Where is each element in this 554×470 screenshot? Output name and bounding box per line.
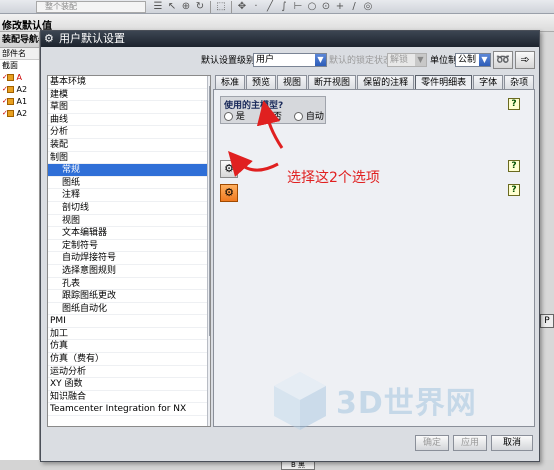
arrow-to-no-option bbox=[256, 100, 284, 149]
watermark-text: 3D世界网 bbox=[336, 386, 477, 421]
cube-logo-icon bbox=[274, 372, 326, 430]
watermark: 3D世界网 bbox=[268, 360, 538, 450]
arrow-to-option-icon bbox=[228, 151, 279, 177]
